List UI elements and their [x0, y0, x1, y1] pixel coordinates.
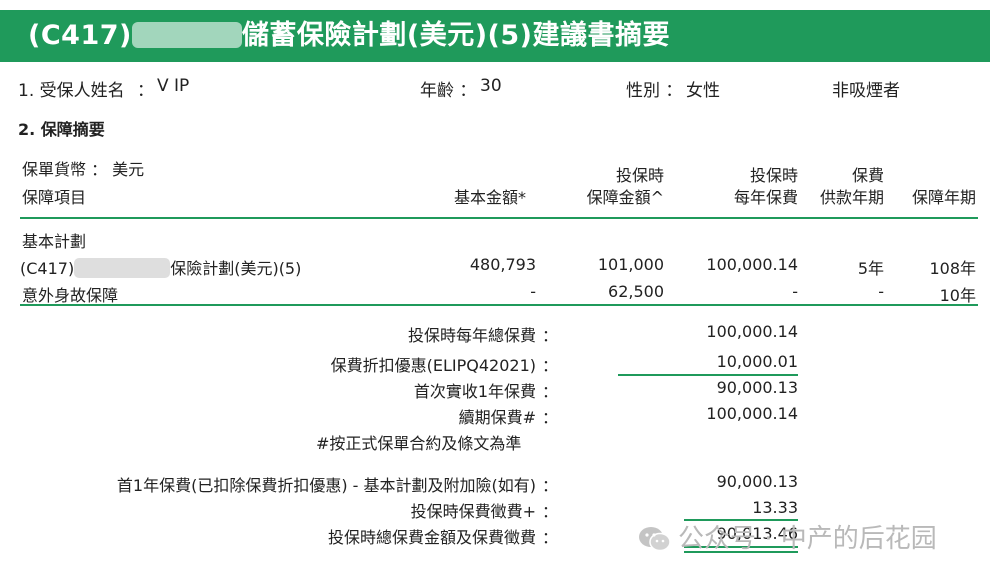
row1-coverage: 101,000	[597, 255, 664, 274]
renewal-label: 續期保費#	[458, 408, 536, 427]
row2-period: 10年	[939, 286, 976, 305]
net-first-year-value: 90,000.13	[716, 472, 798, 491]
discount-label: 保費折扣優惠(ELIPQ42021)	[330, 356, 536, 375]
levy-colon: ：	[542, 502, 559, 521]
levy-label: 投保時保費徵費+	[410, 502, 536, 521]
section-1-title: 1. 受保人姓名	[18, 81, 125, 101]
footnote: #按正式保單合約及條文為準	[316, 434, 522, 453]
term-header-l2: 供款年期	[819, 188, 884, 207]
redacted-blur	[131, 22, 242, 48]
row2-coverage: 62,500	[608, 282, 664, 301]
smoker-status: 非吸煙者	[832, 81, 900, 101]
total-colon: ：	[542, 326, 559, 345]
row2-term: -	[878, 282, 884, 301]
renewal-value: 100,000.14	[706, 404, 798, 423]
row2-premium: -	[792, 282, 798, 301]
row1-basic: 480,793	[469, 255, 536, 274]
discount-value: 10,000.01	[716, 352, 798, 371]
row1-premium: 100,000.14	[706, 255, 798, 274]
wechat-icon	[639, 527, 671, 552]
term-header-l1: 保費	[851, 166, 884, 185]
page-title: (C417) 儲蓄保險計劃(美元)(5)建議書摘要	[28, 10, 670, 62]
insured-colon: ：	[137, 81, 154, 101]
coverage-header-l1: 投保時	[615, 166, 664, 185]
premium-header-l2: 每年保費	[733, 188, 798, 207]
discount-underline	[618, 374, 798, 376]
discount-colon: ：	[542, 356, 559, 375]
net-first-year-label: 首1年保費(已扣除保費折扣優惠) - 基本計劃及附加險(如有)	[116, 476, 536, 495]
currency-label: 保單貨幣 ： 美元	[22, 160, 145, 179]
row2-name: 意外身故保障	[22, 286, 119, 305]
renewal-colon: ：	[542, 408, 559, 427]
basic-amount-header: 基本金額*	[453, 188, 526, 207]
row1-period: 108年	[929, 259, 976, 278]
table-divider	[20, 304, 978, 306]
first-year-value: 90,000.13	[716, 378, 798, 397]
gender-value: 女性	[686, 81, 720, 101]
period-header: 保障年期	[911, 188, 976, 207]
total-value: 100,000.14	[706, 322, 798, 341]
plan-name-suffix: 保險計劃(美元)(5)	[170, 259, 302, 278]
basic-plan-label: 基本計劃	[22, 232, 87, 251]
insured-section-label: 1. 受保人姓名	[18, 76, 125, 101]
age-label: 年齡 ：	[420, 81, 477, 101]
first-year-colon: ：	[542, 382, 559, 401]
redacted-blur	[74, 258, 171, 278]
levy-value: 13.33	[752, 498, 798, 517]
row1-term: 5年	[857, 259, 884, 278]
watermark-text: 公众号 · 中产的后花园	[678, 524, 937, 554]
gender-label: 性別 ：	[626, 81, 683, 101]
grand-total-colon: ：	[542, 528, 559, 547]
age-value: 30	[480, 76, 502, 96]
premium-header-l1: 投保時	[749, 166, 798, 185]
first-year-label: 首次實收1年保費	[413, 382, 536, 401]
insured-name: V IP	[157, 76, 190, 96]
total-label: 投保時每年總保費	[407, 326, 536, 345]
coverage-header-l2: 保障金額^	[586, 188, 664, 207]
header-bar: (C417) 儲蓄保險計劃(美元)(5)建議書摘要	[0, 10, 990, 62]
grand-total-label: 投保時總保費金額及保費徵費	[327, 528, 536, 547]
item-column-header: 保障項目	[22, 188, 87, 207]
title-prefix: (C417)	[28, 20, 132, 51]
plan-name-prefix: (C417)	[20, 259, 75, 278]
net-first-year-colon: ：	[542, 476, 559, 495]
section-2-title: 2. 保障摘要	[18, 120, 105, 139]
table-row: (C417) 保險計劃(美元)(5)	[20, 255, 301, 279]
title-suffix: 儲蓄保險計劃(美元)(5)建議書摘要	[241, 20, 671, 51]
row2-basic: -	[530, 282, 536, 301]
header-divider	[20, 217, 978, 219]
